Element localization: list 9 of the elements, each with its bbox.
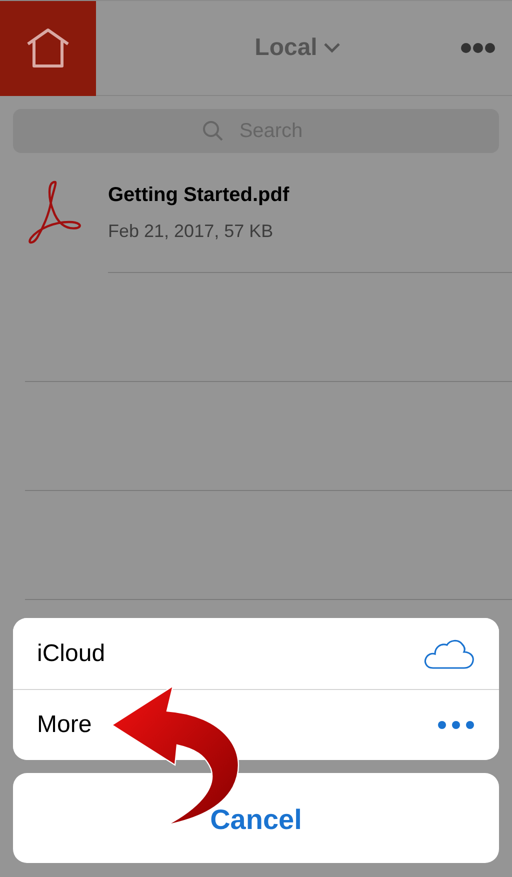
file-name[interactable]: Getting Started.pdf (108, 180, 512, 210)
home-icon (25, 27, 71, 69)
home-button[interactable] (0, 0, 96, 96)
cloud-icon (423, 638, 475, 670)
more-dots-icon (437, 720, 475, 730)
cancel-button[interactable]: Cancel (13, 773, 499, 863)
more-icon[interactable] (460, 42, 496, 54)
file-details: Feb 21, 2017, 57 KB (108, 220, 274, 243)
chevron-down-icon[interactable] (323, 42, 342, 54)
